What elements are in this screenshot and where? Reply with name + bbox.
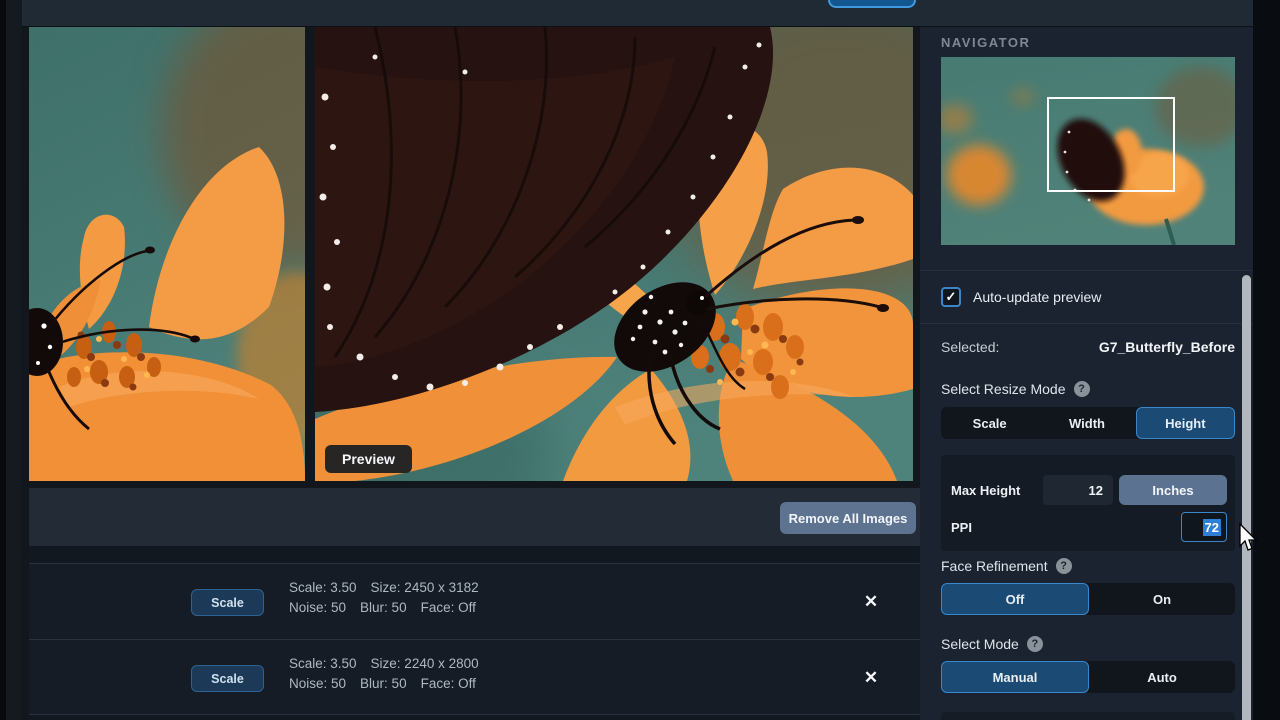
left-edge-strip — [0, 0, 22, 720]
tab-width[interactable]: Width — [1038, 407, 1135, 439]
auto-update-label: Auto-update preview — [973, 289, 1101, 305]
row-noise-value: Noise: 50 — [289, 676, 346, 691]
units-button[interactable]: Inches — [1119, 475, 1227, 505]
sidebar-scrollbar[interactable] — [1242, 275, 1251, 720]
original-butterfly-photo — [29, 27, 305, 481]
upscaled-butterfly-photo — [315, 27, 913, 481]
navigator-title: NAVIGATOR — [941, 35, 1235, 50]
queue-row-settings: Scale: 3.50 Size: 2240 x 2800 Noise: 50 Bl… — [289, 654, 493, 694]
help-icon[interactable]: ? — [1027, 636, 1043, 652]
face-refinement-label-text: Face Refinement — [941, 558, 1048, 574]
select-mode-section-label: Select Mode ? — [941, 636, 1043, 652]
selected-label: Selected: — [941, 339, 999, 355]
face-refinement-toggle: Off On — [941, 583, 1235, 615]
help-icon[interactable]: ? — [1056, 558, 1072, 574]
row-size-value: Size: 2240 x 2800 — [371, 656, 479, 671]
auto-update-checkbox[interactable]: ✓ — [941, 287, 961, 307]
max-height-row: Max Height 12 Inches — [951, 475, 1227, 505]
mode-auto-button[interactable]: Auto — [1089, 661, 1235, 693]
scale-mode-button[interactable]: Scale — [191, 665, 264, 692]
selected-file-row: Selected: G7_Butterfly_Before — [941, 339, 1235, 355]
height-settings-panel: Max Height 12 Inches PPI 72 — [941, 455, 1235, 551]
row-face-value: Face: Off — [421, 676, 476, 691]
max-height-label: Max Height — [951, 483, 1043, 498]
close-icon[interactable]: ✕ — [856, 663, 886, 693]
divider — [920, 323, 1253, 324]
row-scale-value: Scale: 3.50 — [289, 656, 357, 671]
queue-row[interactable]: Scale Scale: 3.50 Size: 2240 x 2800 Noise… — [29, 639, 920, 715]
face-refinement-section-label: Face Refinement ? — [941, 558, 1072, 574]
ppi-label: PPI — [951, 520, 1181, 535]
update-preview-button-partial[interactable] — [828, 0, 916, 8]
action-band: Remove All Images — [29, 488, 920, 546]
resize-mode-section-label: Select Resize Mode ? — [941, 381, 1090, 397]
tab-height[interactable]: Height — [1136, 407, 1235, 439]
resize-mode-tabs: Scale Width Height — [941, 407, 1235, 439]
auto-update-row: ✓ Auto-update preview — [941, 287, 1101, 307]
right-edge-strip — [1253, 0, 1280, 720]
row-size-value: Size: 2450 x 3182 — [371, 580, 479, 595]
ppi-input[interactable]: 72 — [1181, 512, 1227, 542]
next-panel-partial — [941, 712, 1235, 720]
resize-mode-label-text: Select Resize Mode — [941, 381, 1066, 397]
selected-filename: G7_Butterfly_Before — [1099, 339, 1235, 355]
top-toolbar — [22, 0, 1253, 27]
scale-mode-button[interactable]: Scale — [191, 589, 264, 616]
help-icon[interactable]: ? — [1074, 381, 1090, 397]
face-on-button[interactable]: On — [1089, 583, 1235, 615]
row-blur-value: Blur: 50 — [360, 676, 407, 691]
navigator-crop-rectangle[interactable] — [1047, 97, 1175, 192]
face-off-button[interactable]: Off — [941, 583, 1089, 615]
image-queue-list: Scale Scale: 3.50 Size: 2450 x 3182 Noise… — [29, 546, 920, 720]
row-blur-value: Blur: 50 — [360, 600, 407, 615]
settings-sidebar: NAVIGATOR — [920, 27, 1253, 720]
mode-manual-button[interactable]: Manual — [941, 661, 1089, 693]
ppi-row: PPI 72 — [951, 512, 1227, 542]
close-icon[interactable]: ✕ — [856, 587, 886, 617]
row-noise-value: Noise: 50 — [289, 600, 346, 615]
select-mode-label-text: Select Mode — [941, 636, 1019, 652]
queue-row-settings: Scale: 3.50 Size: 2450 x 3182 Noise: 50 Bl… — [289, 578, 493, 618]
ppi-value-selected: 72 — [1203, 519, 1221, 536]
original-image-pane[interactable] — [29, 27, 305, 481]
row-scale-value: Scale: 3.50 — [289, 580, 357, 595]
row-face-value: Face: Off — [421, 600, 476, 615]
preview-image-pane[interactable]: Preview — [315, 27, 913, 481]
queue-row[interactable]: Scale Scale: 3.50 Size: 2450 x 3182 Noise… — [29, 563, 920, 639]
divider — [920, 270, 1253, 271]
gigapixel-app-window: Preview Remove All Images Scale Scale: 3… — [0, 0, 1280, 720]
select-mode-toggle: Manual Auto — [941, 661, 1235, 693]
max-height-input[interactable]: 12 — [1043, 475, 1113, 505]
navigator-thumbnail[interactable] — [941, 57, 1235, 245]
remove-all-images-button[interactable]: Remove All Images — [780, 502, 916, 534]
preview-label-chip: Preview — [325, 445, 412, 473]
tab-scale[interactable]: Scale — [941, 407, 1038, 439]
